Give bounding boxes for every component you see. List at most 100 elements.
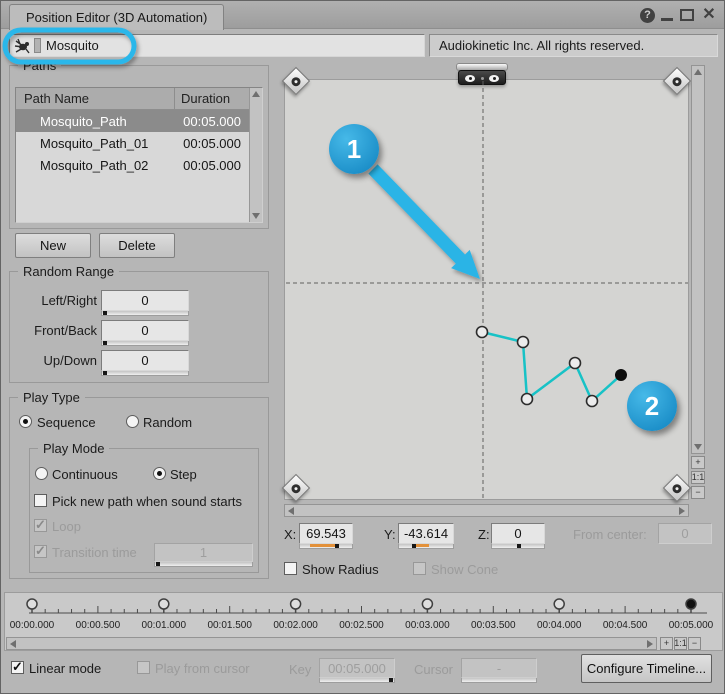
scroll-down-icon[interactable] (694, 444, 702, 450)
from-center-label: From center: (573, 527, 647, 542)
path-row-duration[interactable]: 00:05.000 (175, 158, 245, 173)
scroll-right-icon[interactable] (647, 640, 653, 648)
front-back-field[interactable]: 0 (101, 320, 189, 341)
show-cone-label: Show Cone (431, 562, 498, 577)
scroll-up-icon[interactable] (694, 69, 702, 75)
timeline-keyframe[interactable] (159, 599, 169, 609)
help-icon[interactable]: ? (640, 8, 655, 23)
y-label: Y: (384, 527, 396, 542)
timeline-tick-label: 00:02.500 (339, 620, 384, 631)
timeline-tick-label: 00:03.000 (405, 620, 450, 631)
path-row[interactable]: Mosquito_Path_0100:05.000 (16, 132, 262, 154)
loop-label: Loop (52, 519, 81, 534)
object-name-text: Mosquito (46, 38, 99, 53)
column-duration[interactable]: Duration (175, 91, 237, 106)
paths-scrollbar[interactable] (249, 88, 262, 222)
path-row-duration[interactable]: 00:05.000 (175, 114, 245, 129)
configure-timeline-button[interactable]: Configure Timeline... (581, 654, 712, 683)
timeline-zoom-reset-button[interactable]: 1:1 (674, 637, 687, 650)
path-row-name[interactable]: Mosquito_Path_02 (16, 158, 175, 173)
play-from-cursor-checkbox (137, 661, 150, 674)
scroll-right-icon[interactable] (679, 507, 685, 515)
path-row[interactable]: Mosquito_Path_0200:05.000 (16, 154, 262, 176)
path-row-name[interactable]: Mosquito_Path (16, 114, 175, 129)
random-radio[interactable] (126, 415, 139, 428)
timeline-keyframe[interactable] (422, 599, 432, 609)
left-right-label: Left/Right (15, 293, 97, 308)
up-down-slider[interactable] (101, 371, 189, 376)
timeline-keyframe[interactable] (686, 599, 696, 609)
paths-table[interactable]: Path Name Duration Mosquito_Path00:05.00… (15, 87, 263, 223)
front-back-slider[interactable] (101, 341, 189, 346)
zoom-reset-button[interactable]: 1:1 (691, 471, 705, 484)
up-down-field[interactable]: 0 (101, 350, 189, 371)
minimize-button[interactable] (661, 18, 673, 21)
linear-mode-checkbox[interactable] (11, 661, 24, 674)
graph-vertical-scrollbar[interactable] (691, 65, 705, 454)
timeline-ruler[interactable]: 00:00.00000:00.50000:01.00000:01.50000:0… (5, 593, 722, 636)
cursor-slider (461, 678, 537, 683)
copyright-text: Audiokinetic Inc. All rights reserved. (439, 38, 644, 53)
object-name-field[interactable]: Mosquito (9, 34, 425, 57)
zoom-in-button[interactable]: + (691, 456, 705, 469)
path-row-name[interactable]: Mosquito_Path_01 (16, 136, 175, 151)
path-row[interactable]: Mosquito_Path00:05.000 (16, 110, 262, 132)
paths-table-body: Mosquito_Path00:05.000Mosquito_Path_0100… (16, 110, 262, 176)
play-from-cursor-label: Play from cursor (155, 661, 250, 676)
sequence-label[interactable]: Sequence (37, 415, 96, 430)
timeline-keyframe[interactable] (27, 599, 37, 609)
step-label[interactable]: Step (170, 467, 197, 482)
pick-new-path-checkbox[interactable] (34, 494, 47, 507)
object-type-chip (34, 38, 41, 53)
paths-table-header[interactable]: Path Name Duration (16, 88, 262, 110)
z-slider[interactable] (491, 544, 545, 549)
y-field[interactable]: -43.614 (398, 523, 454, 544)
left-right-slider[interactable] (101, 311, 189, 316)
random-label[interactable]: Random (143, 415, 192, 430)
x-field[interactable]: 69.543 (299, 523, 353, 544)
show-radius-label[interactable]: Show Radius (302, 562, 379, 577)
timeline-zoom-out-button[interactable]: − (688, 637, 701, 650)
maximize-button[interactable] (680, 9, 694, 21)
scroll-left-icon[interactable] (10, 640, 16, 648)
show-radius-checkbox[interactable] (284, 562, 297, 575)
linear-mode-label[interactable]: Linear mode (29, 661, 101, 676)
scroll-down-icon[interactable] (252, 213, 260, 219)
cursor-label: Cursor (414, 662, 453, 677)
scroll-up-icon[interactable] (252, 91, 260, 97)
step-radio[interactable] (153, 467, 166, 480)
timeline-panel: 00:00.00000:00.50000:01.00000:01.50000:0… (4, 592, 723, 651)
z-label: Z: (478, 527, 490, 542)
x-label: X: (284, 527, 296, 542)
timeline-zoom-in-button[interactable]: + (660, 637, 673, 650)
transition-time-checkbox (34, 545, 47, 558)
continuous-label[interactable]: Continuous (52, 467, 118, 482)
transition-time-label: Transition time (52, 545, 137, 560)
delete-button[interactable]: Delete (99, 233, 175, 258)
zoom-out-button[interactable]: − (691, 486, 705, 499)
position-editor-window: Position Editor (3D Automation) ? ✕ Mosq… (0, 0, 725, 694)
path-row-duration[interactable]: 00:05.000 (175, 136, 245, 151)
z-field[interactable]: 0 (491, 523, 545, 544)
timeline-scrollbar[interactable] (6, 637, 657, 650)
window-tab[interactable]: Position Editor (3D Automation) (9, 4, 224, 30)
timeline-tick-label: 00:04.500 (603, 620, 648, 631)
x-slider[interactable] (299, 544, 353, 549)
loop-checkbox (34, 519, 47, 532)
left-right-field[interactable]: 0 (101, 290, 189, 311)
timeline-keyframe[interactable] (291, 599, 301, 609)
scroll-left-icon[interactable] (288, 507, 294, 515)
timeline-keyframe[interactable] (554, 599, 564, 609)
y-slider[interactable] (398, 544, 454, 549)
new-button[interactable]: New (15, 233, 91, 258)
graph-horizontal-scrollbar[interactable] (284, 504, 689, 517)
callout-2-badge: 2 (627, 381, 677, 431)
pick-new-path-label[interactable]: Pick new path when sound starts (52, 494, 242, 509)
timeline-tick-label: 00:05.000 (669, 620, 714, 631)
sequence-radio[interactable] (19, 415, 32, 428)
key-slider (319, 678, 395, 683)
column-path-name[interactable]: Path Name (16, 88, 175, 110)
play-type-label: Play Type (18, 390, 85, 405)
close-button[interactable]: ✕ (700, 5, 718, 25)
continuous-radio[interactable] (35, 467, 48, 480)
